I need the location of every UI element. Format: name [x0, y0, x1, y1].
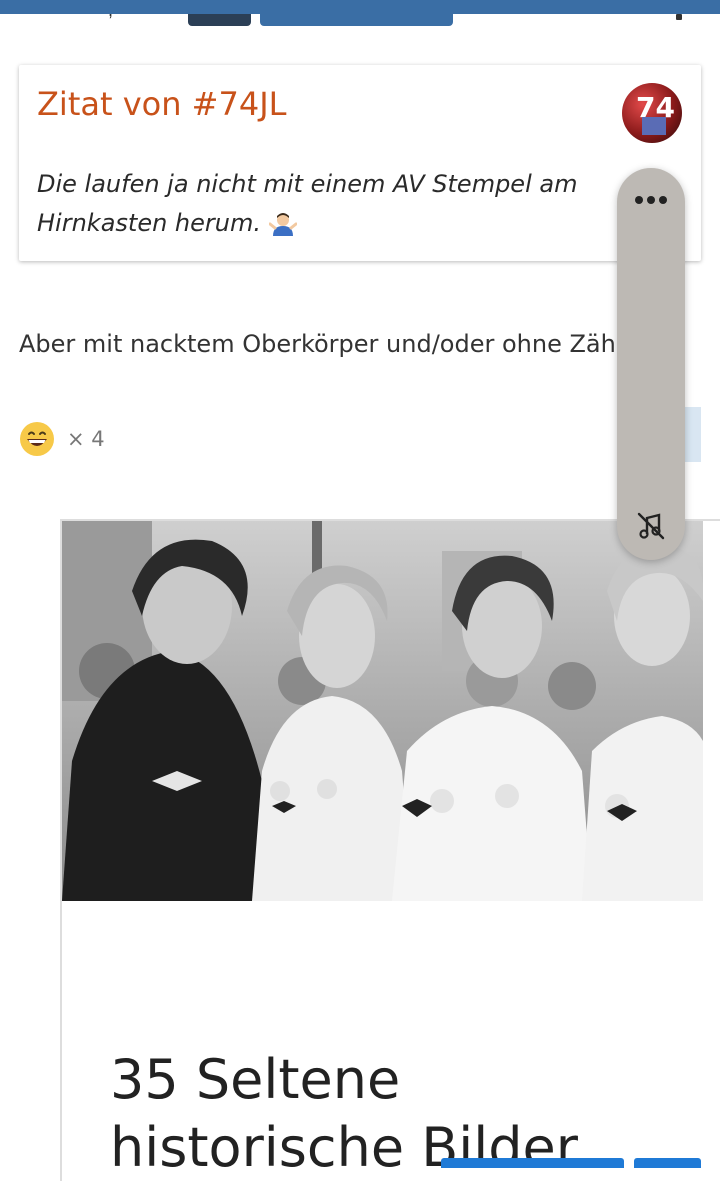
music-off-icon[interactable]	[635, 510, 667, 542]
grinning-face-icon	[20, 422, 54, 456]
quote-author[interactable]: Zitat von #74JL	[37, 85, 286, 123]
bottom-action-button-secondary[interactable]	[634, 1158, 701, 1168]
quote-card: Zitat von #74JL 74 Die laufen ja nicht m…	[19, 65, 701, 261]
header-button-blue[interactable]	[260, 14, 453, 26]
floating-control-panel[interactable]	[617, 168, 685, 560]
preview-image[interactable]	[62, 521, 703, 901]
post-text: Aber mit nacktem Oberkörper und/oder ohn…	[19, 330, 654, 358]
reaction-count: × 4	[67, 427, 105, 451]
quote-text-content: Die laufen ja nicht mit einem AV Stempel…	[37, 170, 578, 237]
bottom-action-button[interactable]	[441, 1158, 624, 1168]
link-preview-card[interactable]: 35 Seltene historische Bilder	[60, 519, 720, 1181]
quote-text: Die laufen ja nicht mit einem AV Stempel…	[37, 165, 637, 243]
avatar[interactable]: 74	[622, 83, 682, 143]
more-horizontal-icon[interactable]	[631, 188, 671, 212]
header-menu-icon[interactable]	[676, 14, 682, 20]
header-button-dark[interactable]	[188, 14, 251, 26]
avatar-detail	[642, 117, 666, 135]
reaction-summary[interactable]: × 4	[19, 420, 105, 458]
header-fragment-text: ,	[108, 0, 114, 20]
person-shrugging-icon	[268, 211, 298, 237]
